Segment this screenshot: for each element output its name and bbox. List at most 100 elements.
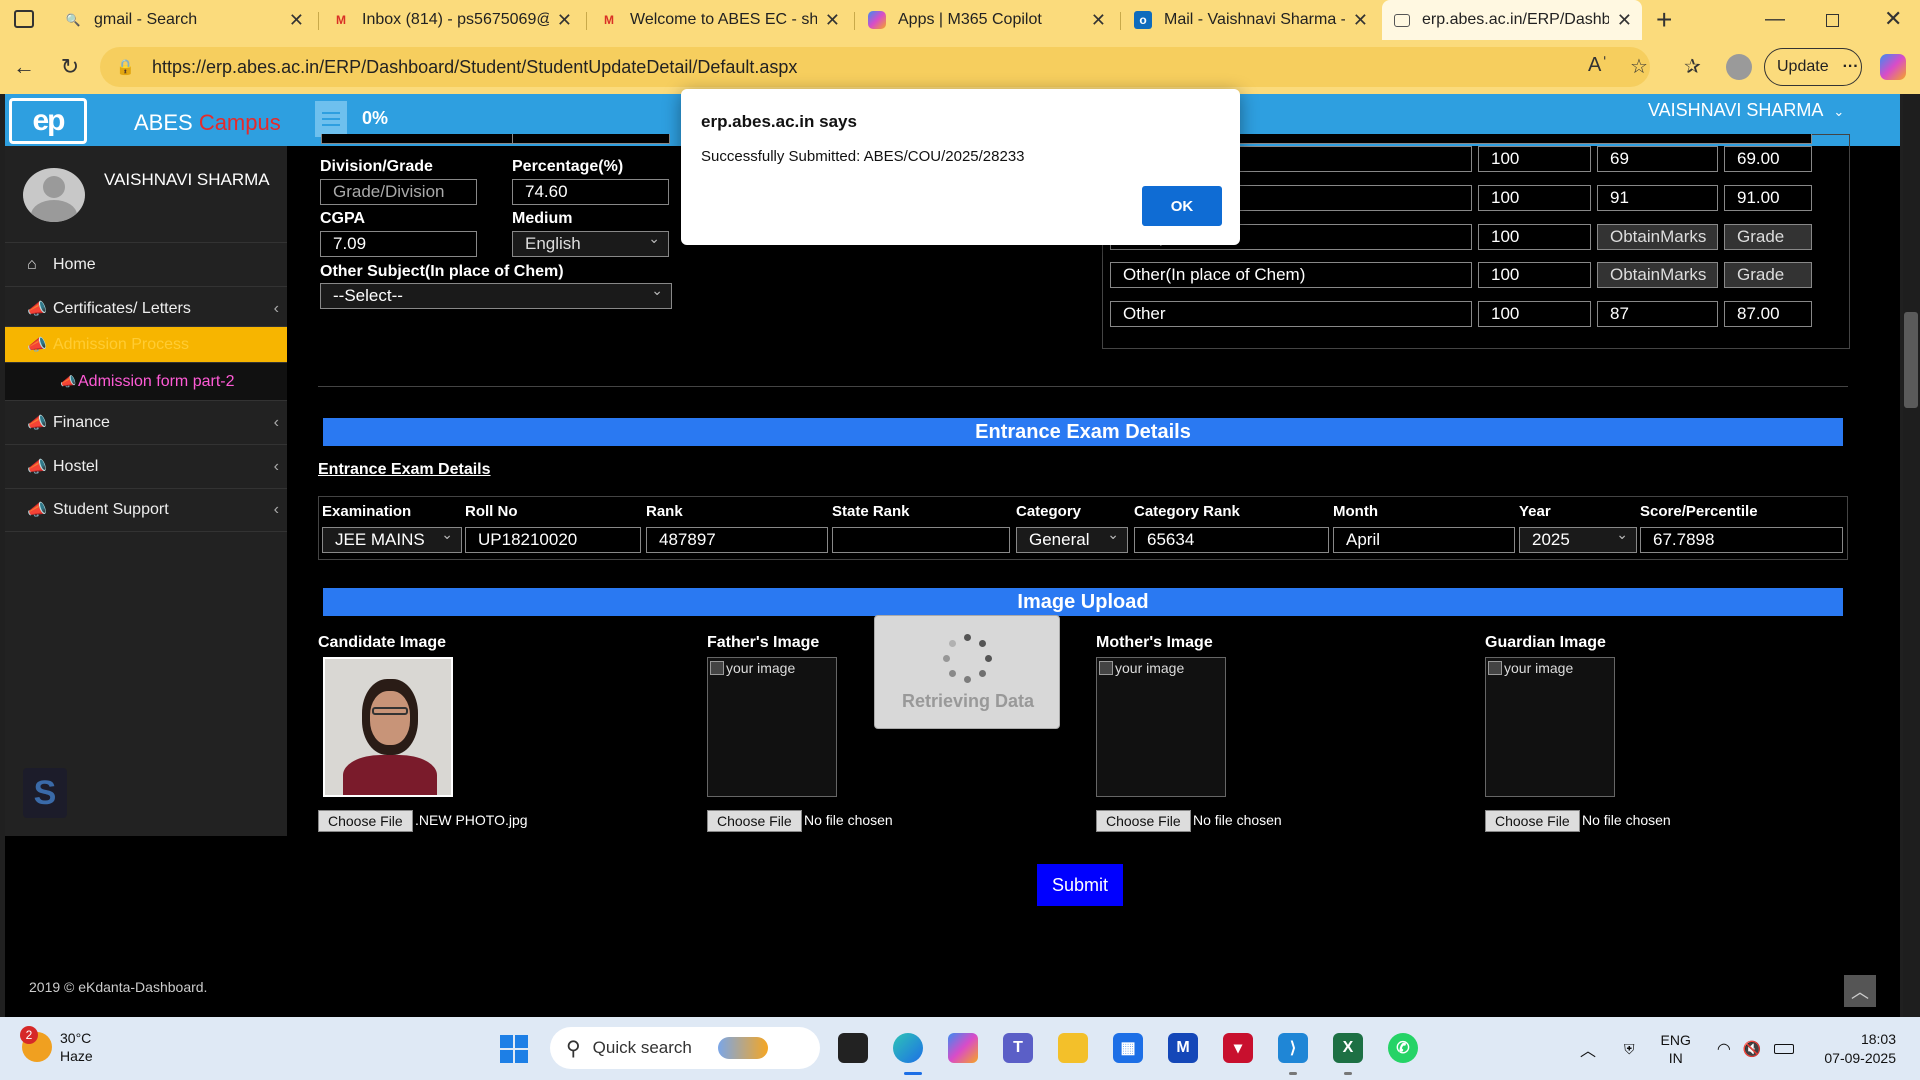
sidebar-toggle-button[interactable] (315, 101, 347, 137)
mother-choose-file-button[interactable]: Choose File (1096, 810, 1191, 832)
scrollbar-thumb[interactable] (1904, 312, 1918, 408)
minimize-icon[interactable]: — (1765, 8, 1785, 31)
state-rank-field[interactable] (832, 527, 1010, 553)
favorites-icon[interactable]: ✰ (1684, 54, 1701, 79)
marks-max-field[interactable]: 100 (1478, 224, 1591, 250)
medium-select[interactable]: English (512, 231, 669, 257)
top-cut-field[interactable] (321, 134, 514, 144)
month-field[interactable]: April (1333, 527, 1515, 553)
cgpa-field[interactable]: 7.09 (320, 231, 477, 257)
year-select[interactable]: 2025 (1519, 527, 1637, 553)
percentage-field[interactable]: 74.60 (512, 179, 669, 205)
weather-widget[interactable]: 2 30°C Haze (20, 1026, 93, 1065)
sidebar-item-finance[interactable]: 📣 Finance ‹ (5, 400, 287, 444)
marks-grade-field[interactable]: 87.00 (1724, 301, 1812, 327)
submit-button[interactable]: Submit (1037, 864, 1123, 906)
excel-icon[interactable]: X (1333, 1033, 1363, 1063)
close-icon[interactable]: ✕ (825, 10, 840, 31)
site-info-icon[interactable]: 🔒 (116, 58, 136, 76)
vscode-icon[interactable]: ⟩ (1278, 1033, 1308, 1063)
ok-button[interactable]: OK (1142, 186, 1222, 226)
teams-icon[interactable]: T (1003, 1033, 1033, 1063)
sidebar-item-certificates[interactable]: 📣 Certificates/ Letters ‹ (5, 286, 287, 330)
close-icon[interactable]: ✕ (289, 10, 304, 31)
other-subject-select[interactable]: --Select-- (320, 283, 672, 309)
tab-actions-icon[interactable] (14, 10, 34, 28)
sidebar-item-home[interactable]: ⌂ Home (5, 242, 287, 286)
task-view-icon[interactable] (838, 1033, 868, 1063)
wifi-icon[interactable]: ◠ (1717, 1039, 1731, 1059)
score-percentile-field[interactable]: 67.7898 (1640, 527, 1843, 553)
close-icon[interactable]: ✕ (557, 10, 572, 31)
father-choose-file-button[interactable]: Choose File (707, 810, 802, 832)
new-tab-icon[interactable]: + (1656, 4, 1672, 36)
examination-select[interactable]: JEE MAINS (322, 527, 462, 553)
back-arrow-icon[interactable]: ← (4, 47, 44, 87)
app-icon[interactable]: M (1168, 1033, 1198, 1063)
update-button[interactable]: Update ··· (1764, 48, 1862, 86)
windows-start-icon[interactable] (500, 1035, 528, 1063)
battery-icon[interactable] (1773, 1044, 1794, 1054)
erp-logo[interactable]: ep (9, 98, 87, 144)
marks-grade-field[interactable]: Grade (1724, 224, 1812, 250)
close-icon[interactable]: ✕ (1091, 10, 1106, 31)
volume-muted-icon[interactable]: 🔇 (1743, 1040, 1762, 1058)
favorite-star-icon[interactable]: ☆ (1630, 54, 1648, 79)
marks-grade-field[interactable]: 91.00 (1724, 185, 1812, 211)
tab-gmail-inbox[interactable]: M Inbox (814) - ps5675069@gr ✕ (320, 0, 582, 40)
microsoft-store-icon[interactable]: ▦ (1113, 1033, 1143, 1063)
marks-grade-field[interactable]: Grade (1724, 262, 1812, 288)
sidebar-item-label: Hostel (53, 457, 99, 475)
top-cut-field[interactable] (512, 134, 670, 144)
url-field[interactable]: 🔒 https://erp.abes.ac.in/ERP/Dashboard/S… (100, 47, 1650, 87)
category-select[interactable]: General (1016, 527, 1128, 553)
mcafee-icon[interactable]: ▾ (1223, 1033, 1253, 1063)
chevron-up-icon[interactable]: ︿ (1580, 1037, 1596, 1061)
rank-field[interactable]: 487897 (646, 527, 828, 553)
page-scrollbar[interactable] (1903, 94, 1920, 1017)
close-icon[interactable]: ✕ (1617, 10, 1632, 31)
tab-outlook-mail[interactable]: o Mail - Vaishnavi Sharma - Ou ✕ (1122, 0, 1378, 40)
division-field[interactable]: Grade/Division (320, 179, 477, 205)
read-aloud-icon[interactable]: Aˈ (1588, 54, 1608, 77)
taskbar-search[interactable]: ⚲ Quick search (550, 1027, 820, 1069)
reload-icon[interactable]: ↻ (50, 47, 90, 87)
sidebar-item-admission-form-part2[interactable]: 📣 Admission form part-2 (5, 362, 287, 400)
marks-obtained-field[interactable]: ObtainMarks (1597, 262, 1718, 288)
floating-widget-icon[interactable]: S (23, 768, 67, 818)
edge-browser-icon[interactable] (893, 1033, 923, 1063)
category-rank-field[interactable]: 65634 (1134, 527, 1329, 553)
profile-avatar-icon[interactable] (1726, 54, 1752, 80)
tab-erp-dashboard[interactable]: erp.abes.ac.in/ERP/Dashboar ✕ (1382, 0, 1642, 40)
defender-icon[interactable]: ⛨ (1624, 1041, 1635, 1058)
whatsapp-icon[interactable]: ✆ (1388, 1033, 1418, 1063)
close-window-icon[interactable]: ✕ (1884, 6, 1902, 32)
marks-max-field[interactable]: 100 (1478, 185, 1591, 211)
marks-obtained-field[interactable]: 69 (1597, 146, 1718, 172)
marks-obtained-field[interactable]: 91 (1597, 185, 1718, 211)
tab-gmail-welcome[interactable]: M Welcome to ABES EC - sharm ✕ (588, 0, 850, 40)
roll-no-field[interactable]: UP18210020 (465, 527, 641, 553)
tab-gmail-search[interactable]: 🔍 gmail - Search ✕ (52, 0, 314, 40)
language-indicator[interactable]: ENG IN (1661, 1031, 1691, 1067)
copilot-icon[interactable] (948, 1033, 978, 1063)
marks-grade-field[interactable]: 69.00 (1724, 146, 1812, 172)
marks-max-field[interactable]: 100 (1478, 262, 1591, 288)
copilot-icon[interactable] (1880, 54, 1906, 80)
marks-obtained-field[interactable]: 87 (1597, 301, 1718, 327)
sidebar-item-admission-process[interactable]: 📣 Admission Process (5, 326, 287, 362)
restore-icon[interactable] (1826, 14, 1839, 27)
clock[interactable]: 18:03 07-09-2025 (1818, 1030, 1896, 1068)
marks-max-field[interactable]: 100 (1478, 146, 1591, 172)
marks-max-field[interactable]: 100 (1478, 301, 1591, 327)
scroll-to-top-button[interactable]: ︿ (1844, 975, 1876, 1007)
close-icon[interactable]: ✕ (1353, 10, 1368, 31)
file-explorer-icon[interactable] (1058, 1033, 1088, 1063)
sidebar-item-student-support[interactable]: 📣 Student Support ‹ (5, 488, 287, 532)
guardian-choose-file-button[interactable]: Choose File (1485, 810, 1580, 832)
sidebar-item-hostel[interactable]: 📣 Hostel ‹ (5, 444, 287, 488)
candidate-choose-file-button[interactable]: Choose File (318, 810, 413, 832)
tab-m365-copilot[interactable]: Apps | M365 Copilot ✕ (856, 0, 1116, 40)
user-menu[interactable]: VAISHNAVI SHARMA ⌄ (1648, 100, 1844, 121)
marks-obtained-field[interactable]: ObtainMarks (1597, 224, 1718, 250)
